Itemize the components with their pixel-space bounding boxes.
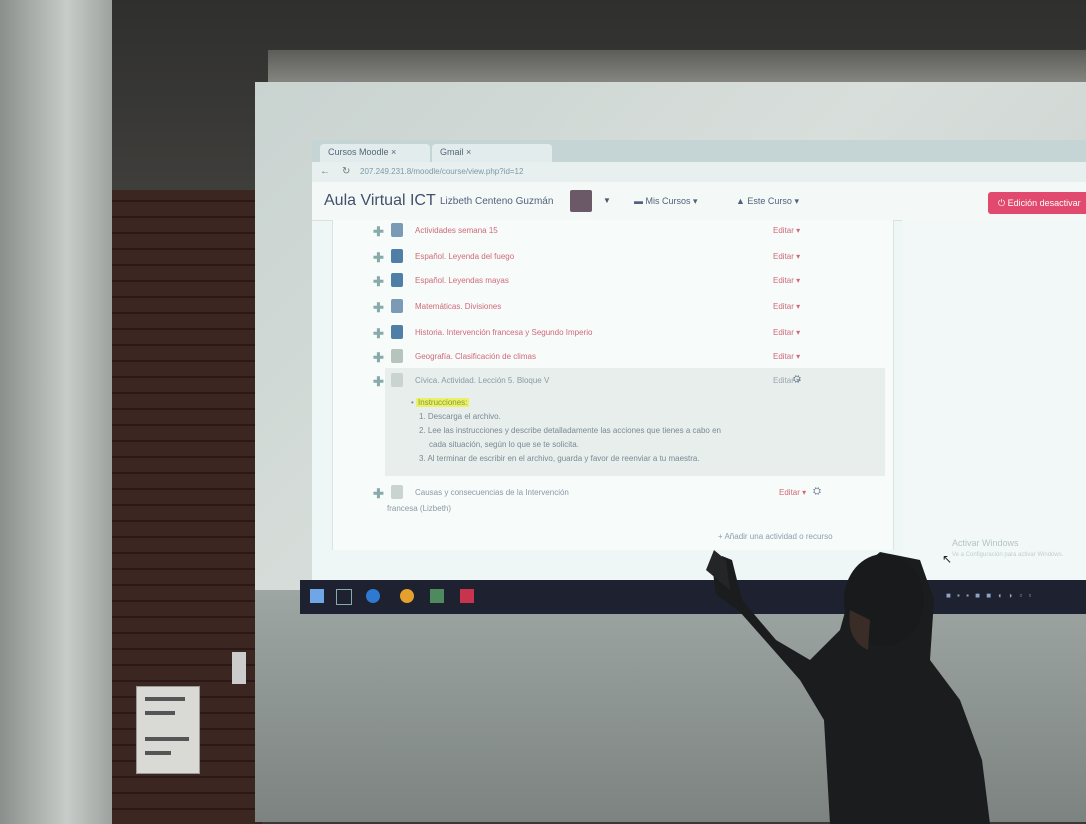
presenter-silhouette bbox=[706, 550, 990, 824]
